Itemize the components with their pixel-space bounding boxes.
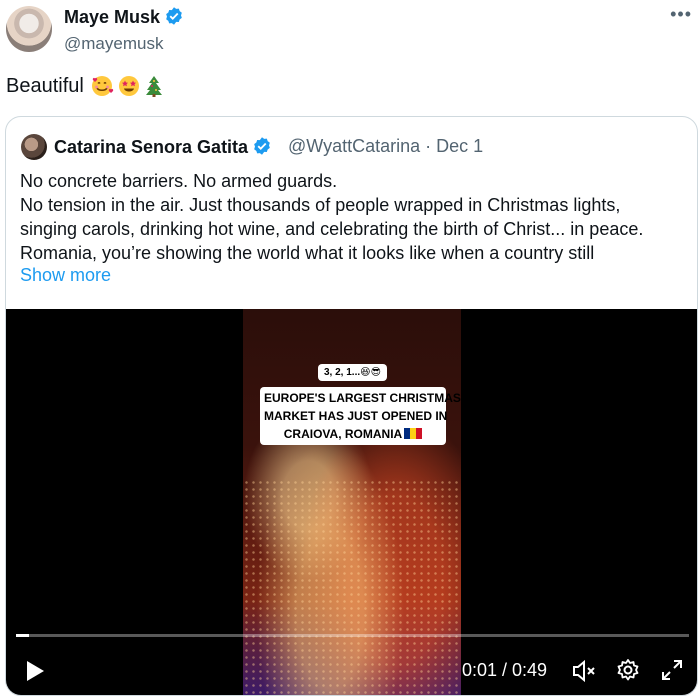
more-options-icon[interactable]: ••• bbox=[670, 4, 692, 25]
mute-icon[interactable] bbox=[572, 659, 598, 683]
christmas-tree-icon bbox=[145, 76, 162, 97]
quote-body-line: No concrete barriers. No armed guards. bbox=[20, 171, 338, 191]
author-avatar[interactable] bbox=[6, 6, 52, 52]
caption-line: CRAIOVA, ROMANIA bbox=[283, 427, 403, 441]
quote-author-name-row[interactable]: Catarina Senora Gatita bbox=[54, 136, 272, 158]
quote-body: No concrete barriers. No armed guards. N… bbox=[20, 169, 690, 265]
author-name-row[interactable]: Maye Musk bbox=[64, 6, 184, 28]
quote-author-name[interactable]: Catarina Senora Gatita bbox=[54, 137, 248, 157]
quote-tweet-card[interactable]: Catarina Senora Gatita @WyattCatarina · … bbox=[5, 116, 698, 696]
romania-flag-icon bbox=[404, 428, 423, 439]
play-icon[interactable] bbox=[24, 659, 46, 683]
settings-gear-icon[interactable] bbox=[616, 658, 640, 682]
video-player[interactable]: 3, 2, 1...😆😎 EUROPE'S LARGEST CHRISTMAS … bbox=[6, 309, 697, 695]
quote-body-line: Romania, you’re showing the world what i… bbox=[20, 243, 595, 263]
caption-line: MARKET HAS JUST OPENED IN bbox=[264, 409, 448, 423]
video-progress-bar[interactable] bbox=[16, 634, 689, 637]
show-more-link[interactable]: Show more bbox=[20, 265, 111, 286]
crowd-lights bbox=[243, 479, 461, 695]
quote-body-line: singing carols, drinking hot wine, and c… bbox=[20, 219, 644, 239]
caption-line: EUROPE'S LARGEST CHRISTMAS bbox=[264, 391, 461, 405]
tweet-text: Beautiful bbox=[6, 74, 84, 97]
video-caption-small: 3, 2, 1...😆😎 bbox=[318, 364, 387, 381]
quote-body-line: No tension in the air. Just thousands of… bbox=[20, 195, 621, 215]
author-name[interactable]: Maye Musk bbox=[64, 7, 160, 27]
video-time: 0:01 / 0:49 bbox=[462, 660, 548, 680]
star-struck-icon bbox=[118, 76, 139, 96]
tweet-text-row: Beautiful bbox=[6, 74, 164, 98]
quote-handle-date[interactable]: @WyattCatarina · Dec 1 bbox=[288, 136, 483, 157]
author-handle[interactable]: @mayemusk bbox=[64, 34, 163, 54]
verified-badge-icon bbox=[254, 137, 270, 155]
emoji-row bbox=[90, 74, 164, 98]
smiling-face-with-hearts-icon bbox=[91, 76, 114, 96]
video-progress-fill bbox=[16, 634, 30, 637]
quote-author-avatar[interactable] bbox=[21, 134, 47, 160]
verified-badge-icon bbox=[166, 7, 182, 25]
laughing-emoji-icon: 😆😎 bbox=[360, 367, 381, 378]
caption-small-text: 3, 2, 1... bbox=[324, 367, 361, 378]
video-caption: EUROPE'S LARGEST CHRISTMAS MARKET HAS JU… bbox=[260, 387, 461, 445]
fullscreen-icon[interactable] bbox=[661, 659, 683, 681]
